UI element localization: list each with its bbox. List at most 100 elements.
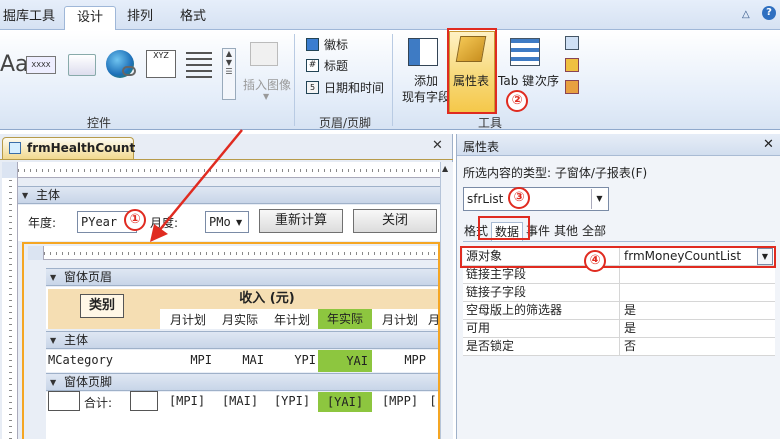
- annotation-box-property-sheet: [447, 28, 497, 114]
- recalculate-button[interactable]: 重新计算: [259, 209, 343, 233]
- label-control-icon[interactable]: Aa: [0, 52, 29, 77]
- add-fields-label-line1[interactable]: 添加: [414, 72, 438, 89]
- total-mai[interactable]: [MAI]: [214, 394, 266, 408]
- prop-row-enabled[interactable]: 可用 是: [463, 320, 775, 338]
- hyperlink-chain-icon: [122, 66, 136, 76]
- chevron-down-icon[interactable]: ▼: [591, 189, 607, 209]
- help-icon[interactable]: ?: [762, 6, 776, 20]
- subform-ruler-corner: [28, 246, 44, 260]
- col-year-plan[interactable]: 年计划: [266, 311, 318, 328]
- xyz-glyph: XYZ: [153, 51, 169, 60]
- tab-order-label-line1[interactable]: Tab 键: [498, 72, 534, 89]
- logo-button[interactable]: 徽标: [324, 36, 348, 53]
- add-fields-label-line2[interactable]: 现有字段: [402, 88, 450, 105]
- field-ypi[interactable]: YPI: [266, 353, 316, 367]
- view-code-icon[interactable]: [565, 58, 579, 72]
- prop-row-link-child[interactable]: 链接子字段: [463, 284, 775, 302]
- arrow-line: [157, 129, 243, 233]
- total-cut[interactable]: [: [428, 394, 438, 408]
- footer-blank-box-2[interactable]: [130, 391, 158, 411]
- prop-key: 链接主字段: [466, 267, 527, 281]
- field-mpp[interactable]: MPP: [374, 353, 426, 367]
- total-yai[interactable]: [YAI]: [318, 392, 372, 412]
- prop-key: 链接子字段: [466, 285, 527, 299]
- tab-design[interactable]: 设计: [64, 6, 116, 30]
- property-sheet-pane: 属性表 ✕ 所选内容的类型: 子窗体/子报表(F) sfrList ▼ 格式 数…: [456, 134, 780, 439]
- minimize-ribbon-icon[interactable]: △: [742, 9, 750, 20]
- tab-other[interactable]: 其他: [553, 222, 579, 242]
- col-month-plan-2[interactable]: 月计划: [374, 311, 426, 328]
- textbox-control-icon[interactable]: XXXX: [26, 56, 56, 74]
- tab-order-label-line2[interactable]: 次序: [535, 72, 559, 89]
- total-mpi[interactable]: [MPI]: [160, 394, 214, 408]
- column-divider: [619, 320, 620, 338]
- tab-format[interactable]: 格式: [170, 6, 216, 30]
- property-sheet-titlebar: [457, 134, 780, 156]
- annotation-arrow: [150, 129, 243, 242]
- tab-control-icon[interactable]: XYZ: [146, 50, 176, 78]
- prop-key: 空母版上的筛选器: [466, 303, 563, 317]
- logo-icon: [306, 38, 319, 51]
- tab-database-tools[interactable]: 掘库工具: [0, 6, 58, 30]
- designer-scrollbar[interactable]: [440, 162, 453, 439]
- title-icon: #: [306, 59, 319, 72]
- object-selector-value: sfrList: [467, 192, 504, 206]
- title-button[interactable]: 标题: [324, 57, 348, 74]
- tab-divider: [463, 241, 775, 242]
- scroll-up-icon[interactable]: ▲: [442, 164, 448, 173]
- prop-value[interactable]: 是: [624, 302, 636, 319]
- subform-ruler: [44, 246, 438, 260]
- convert-macros-icon[interactable]: [565, 80, 579, 94]
- controls-gallery-scroll[interactable]: ▲ ▼ ☰: [222, 48, 236, 100]
- list-control-icon[interactable]: [186, 52, 212, 80]
- close-button[interactable]: 关闭: [353, 209, 437, 233]
- group-divider: [294, 34, 295, 126]
- income-header[interactable]: 收入 (元): [160, 289, 374, 309]
- column-divider: [619, 266, 620, 284]
- form-icon: [9, 142, 21, 154]
- insert-image-icon[interactable]: [250, 42, 278, 66]
- close-icon[interactable]: ✕: [432, 138, 443, 153]
- prop-value[interactable]: 是: [624, 320, 636, 337]
- annotation-box-data-tab: [478, 216, 530, 240]
- prop-key: 是否锁定: [466, 339, 515, 353]
- insert-image-label[interactable]: 插入图像: [243, 76, 291, 93]
- annotation-box-source-object: [460, 246, 776, 268]
- prop-row-link-master[interactable]: 链接主字段: [463, 266, 775, 284]
- selection-type-label: 所选内容的类型: 子窗体/子报表(F): [463, 166, 648, 180]
- tab-arrange[interactable]: 排列: [120, 6, 160, 30]
- footer-blank-box[interactable]: [48, 391, 80, 411]
- column-divider: [619, 284, 620, 302]
- document-tab[interactable]: frmHealthCount: [2, 137, 135, 159]
- tab-all[interactable]: 全部: [581, 222, 607, 242]
- ribbon-tab-bar: 掘库工具 设计 排列 格式 △ ?: [0, 0, 780, 30]
- prop-value[interactable]: 否: [624, 338, 636, 355]
- controls-group-label: 控件: [86, 116, 111, 130]
- button-control-icon[interactable]: [68, 54, 96, 76]
- subform-detail-bar[interactable]: 主体: [46, 331, 438, 349]
- ruler-corner: [2, 162, 18, 178]
- col-month-plan[interactable]: 月计划: [162, 311, 214, 328]
- category-header[interactable]: 类别: [80, 294, 124, 318]
- total-label: 合计:: [84, 396, 113, 410]
- property-sheet-title: 属性表: [463, 140, 500, 154]
- subform-footer-bar[interactable]: 窗体页脚: [46, 373, 438, 391]
- subform-header-bar[interactable]: 窗体页眉: [46, 268, 438, 286]
- tab-order-icon: [510, 38, 540, 66]
- field-yai[interactable]: YAI: [318, 350, 372, 372]
- prop-row-filter-empty-master[interactable]: 空母版上的筛选器 是: [463, 302, 775, 320]
- vertical-ruler: [2, 178, 18, 439]
- total-ypi[interactable]: [YPI]: [266, 394, 318, 408]
- subform-icon[interactable]: [565, 36, 579, 50]
- field-mpi[interactable]: MPI: [162, 353, 212, 367]
- annotation-2: ②: [506, 90, 528, 112]
- close-icon[interactable]: ✕: [763, 137, 774, 152]
- col-month-actual[interactable]: 月实际: [214, 311, 266, 328]
- total-mpp[interactable]: [MPP]: [374, 394, 426, 408]
- datetime-button[interactable]: 日期和时间: [324, 79, 384, 96]
- col-year-actual[interactable]: 年实际: [318, 309, 372, 329]
- field-mcategory[interactable]: MCategory: [48, 353, 158, 367]
- field-mai[interactable]: MAI: [214, 353, 264, 367]
- prop-row-locked[interactable]: 是否锁定 否: [463, 338, 775, 356]
- col-month-cut[interactable]: 月: [428, 311, 438, 328]
